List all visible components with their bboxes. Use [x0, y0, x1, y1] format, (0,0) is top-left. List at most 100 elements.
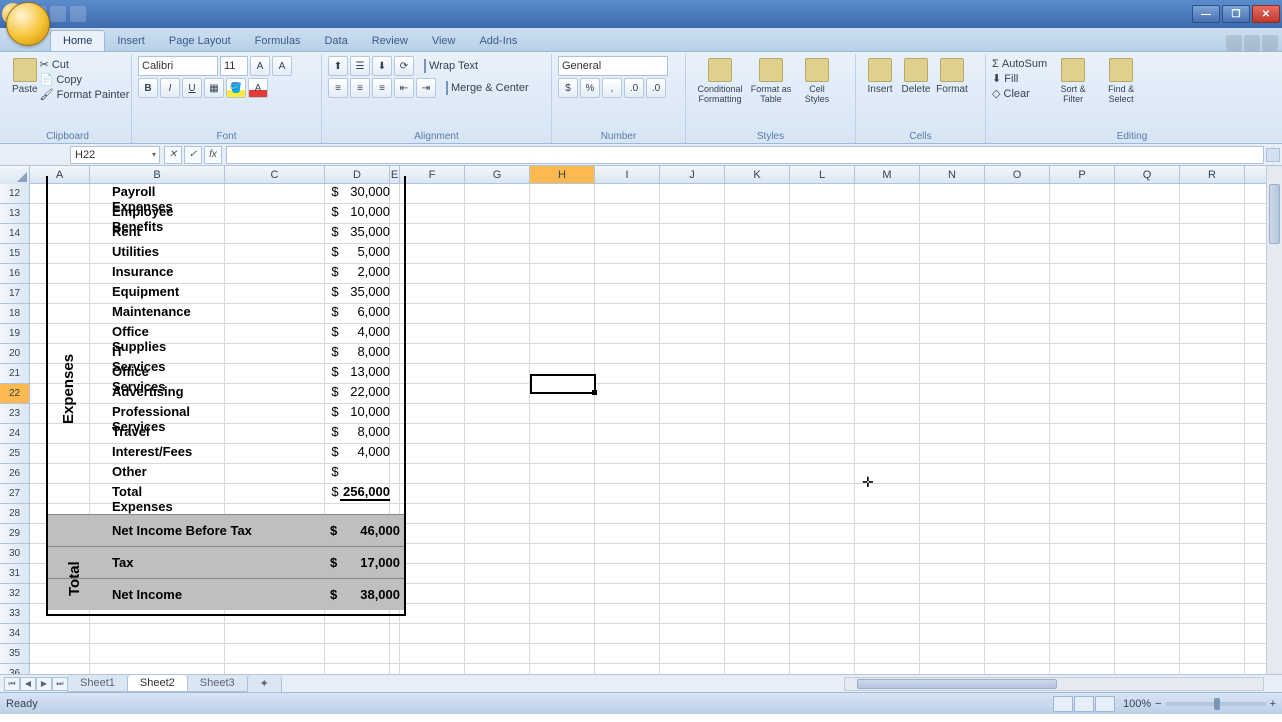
format-painter-button[interactable]: 🖌 Format Painter — [40, 88, 130, 101]
vertical-scrollbar[interactable] — [1266, 166, 1282, 674]
col-header-P[interactable]: P — [1050, 166, 1115, 183]
paste-button[interactable]: Paste — [10, 56, 40, 129]
accounting-button[interactable]: $ — [558, 78, 578, 98]
name-box[interactable]: H22 — [70, 146, 160, 164]
row-header-18[interactable]: 18 — [0, 304, 29, 324]
row-header-28[interactable]: 28 — [0, 504, 29, 524]
row-header-17[interactable]: 17 — [0, 284, 29, 304]
format-as-table-button[interactable]: Format as Table — [748, 56, 794, 129]
row-header-19[interactable]: 19 — [0, 324, 29, 344]
col-header-R[interactable]: R — [1180, 166, 1245, 183]
last-sheet-button[interactable]: ⏭ — [52, 677, 68, 691]
align-right-button[interactable]: ≡ — [372, 78, 392, 98]
prev-sheet-button[interactable]: ◀ — [20, 677, 36, 691]
tab-review[interactable]: Review — [360, 31, 420, 51]
conditional-formatting-button[interactable]: Conditional Formatting — [692, 56, 748, 129]
increase-indent-button[interactable]: ⇥ — [416, 78, 436, 98]
tab-page-layout[interactable]: Page Layout — [157, 31, 243, 51]
maximize-button[interactable]: ❐ — [1222, 5, 1250, 23]
find-select-button[interactable]: Find & Select — [1099, 56, 1143, 129]
redo-icon[interactable] — [70, 6, 86, 22]
next-sheet-button[interactable]: ▶ — [36, 677, 52, 691]
cut-button[interactable]: ✂ Cut — [40, 58, 130, 71]
merge-center-button[interactable]: Merge & Center — [446, 82, 529, 94]
close-button[interactable]: ✕ — [1252, 5, 1280, 23]
col-header-G[interactable]: G — [465, 166, 530, 183]
decrease-decimal-button[interactable]: .0 — [646, 78, 666, 98]
row-header-23[interactable]: 23 — [0, 404, 29, 424]
cell-styles-button[interactable]: Cell Styles — [794, 56, 840, 129]
col-header-A[interactable]: A — [30, 166, 90, 183]
italic-button[interactable]: I — [160, 78, 180, 98]
align-bottom-button[interactable]: ⬇ — [372, 56, 392, 76]
enter-formula-icon[interactable]: ✓ — [184, 146, 202, 164]
shrink-font-button[interactable]: A — [272, 56, 292, 76]
font-size-input[interactable] — [220, 56, 248, 76]
row-header-31[interactable]: 31 — [0, 564, 29, 584]
undo-icon[interactable] — [50, 6, 66, 22]
tab-home[interactable]: Home — [50, 30, 105, 51]
help-icon[interactable] — [1226, 35, 1242, 51]
col-header-Q[interactable]: Q — [1115, 166, 1180, 183]
col-header-J[interactable]: J — [660, 166, 725, 183]
sort-filter-button[interactable]: Sort & Filter — [1051, 56, 1095, 129]
orientation-button[interactable]: ⟳ — [394, 56, 414, 76]
row-header-26[interactable]: 26 — [0, 464, 29, 484]
expand-formula-bar[interactable] — [1266, 148, 1280, 162]
page-layout-view-button[interactable] — [1074, 696, 1094, 712]
increase-decimal-button[interactable]: .0 — [624, 78, 644, 98]
row-header-34[interactable]: 34 — [0, 624, 29, 644]
row-header-22[interactable]: 22 — [0, 384, 29, 404]
zoom-out-button[interactable]: − — [1155, 698, 1161, 710]
align-middle-button[interactable]: ☰ — [350, 56, 370, 76]
horizontal-scrollbar[interactable] — [844, 677, 1264, 691]
tab-addins[interactable]: Add-Ins — [467, 31, 529, 51]
formula-input[interactable] — [226, 146, 1264, 164]
row-header-25[interactable]: 25 — [0, 444, 29, 464]
col-header-M[interactable]: M — [855, 166, 920, 183]
comma-button[interactable]: , — [602, 78, 622, 98]
row-header-27[interactable]: 27 — [0, 484, 29, 504]
tab-view[interactable]: View — [420, 31, 468, 51]
fill-color-button[interactable]: 🪣 — [226, 78, 246, 98]
sheet-tab-3[interactable]: Sheet3 — [187, 675, 248, 692]
row-header-32[interactable]: 32 — [0, 584, 29, 604]
row-header-14[interactable]: 14 — [0, 224, 29, 244]
col-header-N[interactable]: N — [920, 166, 985, 183]
col-header-H[interactable]: H — [530, 166, 595, 183]
wrap-text-button[interactable]: Wrap Text — [424, 60, 478, 72]
border-button[interactable]: ▦ — [204, 78, 224, 98]
row-header-24[interactable]: 24 — [0, 424, 29, 444]
col-header-O[interactable]: O — [985, 166, 1050, 183]
office-button[interactable] — [6, 2, 50, 46]
zoom-in-button[interactable]: + — [1270, 698, 1276, 710]
spreadsheet-grid[interactable]: ABCDEFGHIJKLMNOPQR 121314151617181920212… — [0, 166, 1282, 674]
font-name-input[interactable] — [138, 56, 218, 76]
page-break-view-button[interactable] — [1095, 696, 1115, 712]
sheet-tab-2[interactable]: Sheet2 — [127, 675, 188, 692]
align-top-button[interactable]: ⬆ — [328, 56, 348, 76]
select-all-corner[interactable] — [0, 166, 30, 184]
tab-data[interactable]: Data — [312, 31, 359, 51]
zoom-slider[interactable] — [1166, 702, 1266, 706]
row-header-21[interactable]: 21 — [0, 364, 29, 384]
bold-button[interactable]: B — [138, 78, 158, 98]
new-sheet-button[interactable]: ✦ — [247, 675, 282, 693]
number-format-select[interactable] — [558, 56, 668, 76]
align-left-button[interactable]: ≡ — [328, 78, 348, 98]
row-header-29[interactable]: 29 — [0, 524, 29, 544]
minimize-button[interactable]: — — [1192, 5, 1220, 23]
grow-font-button[interactable]: A — [250, 56, 270, 76]
row-header-20[interactable]: 20 — [0, 344, 29, 364]
fx-icon[interactable]: fx — [204, 146, 222, 164]
row-header-35[interactable]: 35 — [0, 644, 29, 664]
format-cells-button[interactable]: Format — [934, 56, 970, 129]
align-center-button[interactable]: ≡ — [350, 78, 370, 98]
tab-formulas[interactable]: Formulas — [243, 31, 313, 51]
col-header-F[interactable]: F — [400, 166, 465, 183]
row-header-12[interactable]: 12 — [0, 184, 29, 204]
col-header-E[interactable]: E — [390, 166, 400, 183]
clear-button[interactable]: ◇ Clear — [992, 87, 1047, 100]
tab-insert[interactable]: Insert — [105, 31, 157, 51]
col-header-I[interactable]: I — [595, 166, 660, 183]
